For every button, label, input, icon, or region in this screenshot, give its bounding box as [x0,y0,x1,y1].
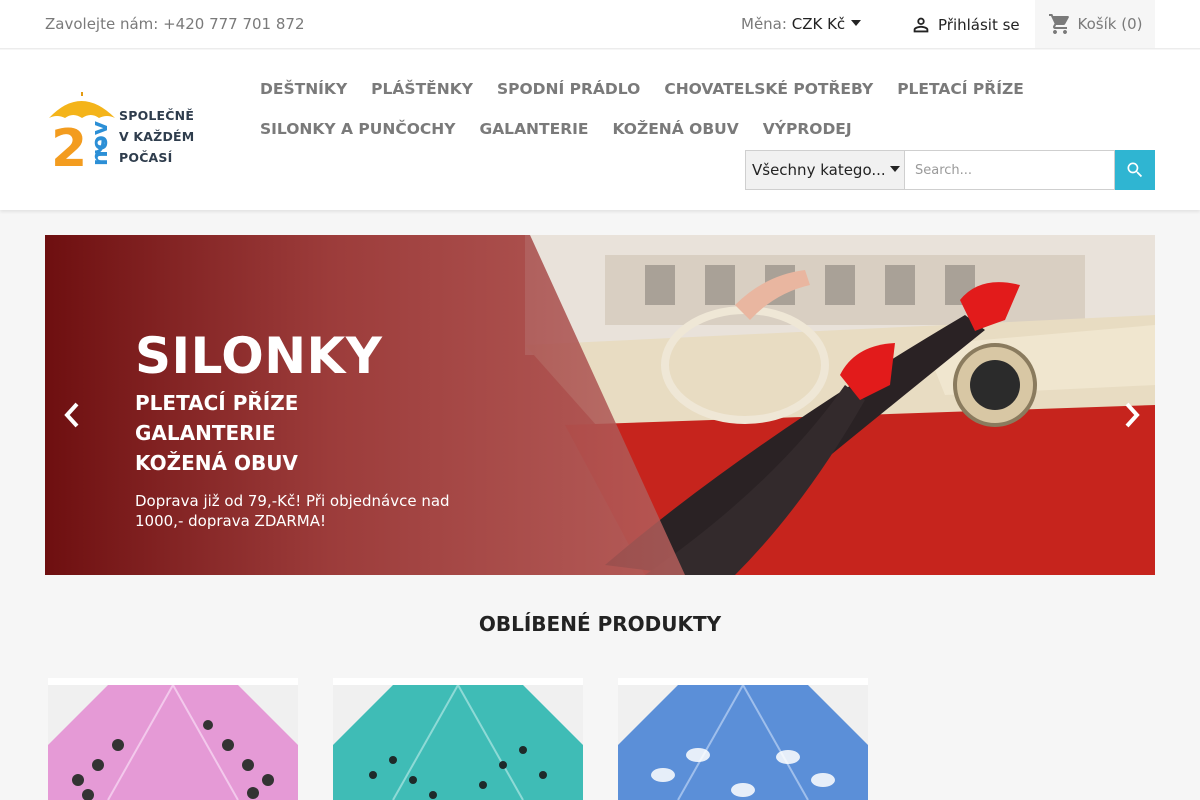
site-logo[interactable]: 2 nov SPOLEČNĚ V KAŽDÉM POČASÍ [45,88,205,179]
hero-carousel[interactable]: SILONKY PLETACÍ PŘÍZE GALANTERIE KOŽENÁ … [45,235,1155,575]
product-card[interactable] [618,678,868,800]
top-bar: Zavolejte nám: +420 777 701 872 Měna: CZ… [0,0,1200,49]
currency-label: Měna: [741,15,787,33]
menu-item-vyprodej[interactable]: Výprodej [763,120,852,138]
category-select[interactable]: Všechny katego... [745,150,905,190]
cart-label: Košík (0) [1077,15,1143,33]
caret-down-icon [889,165,900,172]
slide-subtitle-1: PLETACÍ PŘÍZE [135,391,299,415]
menu-item-pletaci-prize[interactable]: Pletací příze [897,80,1024,98]
header: 2 nov SPOLEČNĚ V KAŽDÉM POČASÍ Deštníky … [0,50,1200,210]
contact-phone: Zavolejte nám: +420 777 701 872 [45,15,305,33]
main-menu-row-1: Deštníky Pláštěnky Spodní prádlo Chovate… [260,80,1024,98]
carousel-prev-icon[interactable] [60,400,84,430]
blue-umbrella-image [618,685,868,800]
logo-line-3: POČASÍ [119,150,173,165]
sign-in-link[interactable]: Přihlásit se [910,14,1020,36]
menu-item-spodni-pradlo[interactable]: Spodní prádlo [497,80,640,98]
menu-item-destniky[interactable]: Deštníky [260,80,347,98]
slide-subtitle-3: KOŽENÁ OBUV [135,451,298,475]
main-menu-row-2: Silonky a punčochy Galanterie Kožená obu… [260,120,852,138]
slide-title: SILONKY [135,327,383,385]
search-input[interactable] [905,150,1115,190]
svg-text:nov: nov [88,120,113,166]
sign-in-label: Přihlásit se [938,16,1020,34]
caret-down-icon [851,20,862,26]
shopping-cart-icon [1048,14,1069,34]
featured-products-title: OBLÍBENÉ PRODUKTY [478,612,722,636]
slide-subtitle-2: GALANTERIE [135,421,276,445]
logo-line-2: V KAŽDÉM [119,129,195,144]
currency-value: CZK Kč [791,15,846,33]
currency-selector[interactable]: Měna: CZK Kč [741,15,862,33]
category-select-value: Všechny katego... [752,161,886,179]
search-icon [1127,162,1143,178]
product-card[interactable] [48,678,298,800]
search-widget: Všechny katego... [745,150,1155,190]
menu-item-chovatelske-potreby[interactable]: Chovatelské potřeby [664,80,873,98]
svg-text:2: 2 [51,119,87,174]
menu-item-silonky[interactable]: Silonky a punčochy [260,120,455,138]
menu-item-plastenky[interactable]: Pláštěnky [371,80,473,98]
search-button[interactable] [1115,150,1155,190]
menu-item-kozena-obuv[interactable]: Kožená obuv [612,120,738,138]
product-card[interactable] [333,678,583,800]
carousel-next-icon[interactable] [1120,400,1144,430]
user-icon [913,17,929,33]
pink-umbrella-image [48,685,298,800]
menu-item-galanterie[interactable]: Galanterie [479,120,588,138]
teal-umbrella-image [333,685,583,800]
logo-tagline: SPOLEČNĚ V KAŽDÉM POČASÍ [119,105,194,168]
logo-line-1: SPOLEČNĚ [119,108,195,123]
cart-button[interactable]: Košík (0) [1035,0,1155,48]
slide-description: Doprava již od 79,-Kč! Při objednávce na… [135,492,450,530]
